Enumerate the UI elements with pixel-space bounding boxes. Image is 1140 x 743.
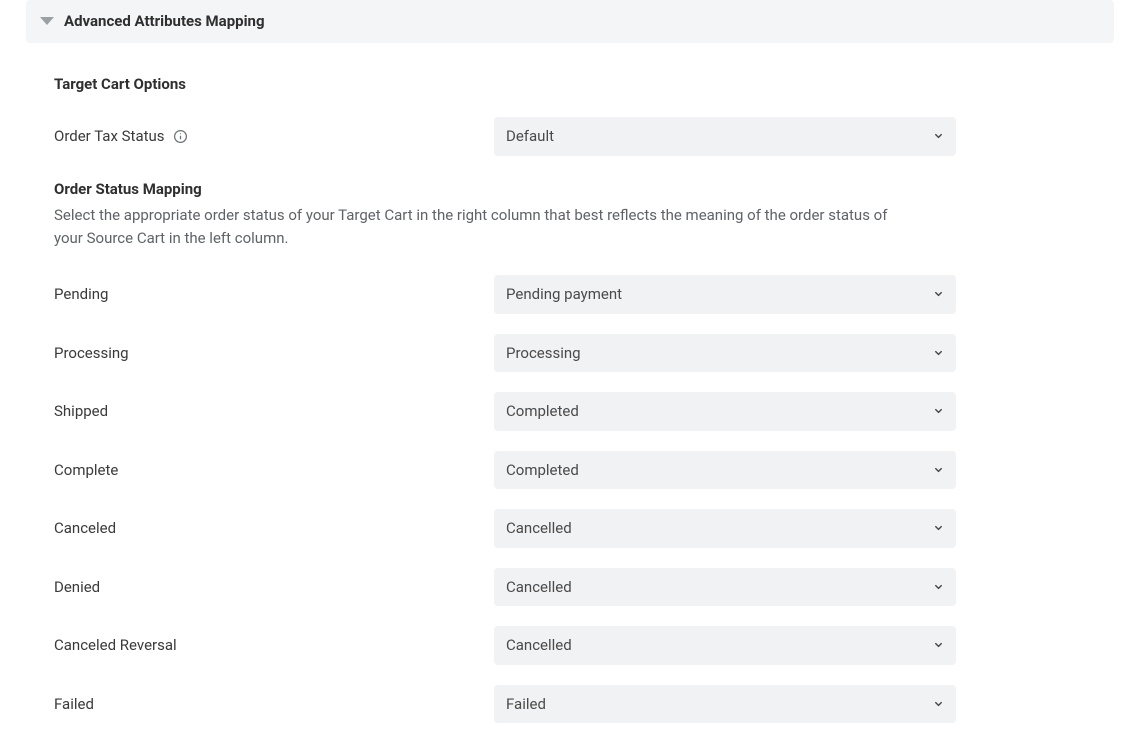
order-tax-status-value: Default (494, 117, 956, 156)
target-status-select[interactable]: Completed (494, 451, 956, 490)
target-status-value: Cancelled (494, 509, 956, 548)
order-status-mapping-heading: Order Status Mapping (54, 178, 1086, 201)
target-status-select[interactable]: Cancelled (494, 509, 956, 548)
chevron-down-icon (40, 17, 54, 25)
source-status-label: Canceled Reversal (54, 636, 177, 654)
target-status-value: Failed (494, 685, 956, 724)
target-status-value: Cancelled (494, 626, 956, 665)
target-status-value: Completed (494, 392, 956, 431)
status-mapping-row: Denied Cancelled (54, 568, 1086, 607)
source-status-label: Failed (54, 695, 94, 713)
order-status-mapping-description: Select the appropriate order status of y… (54, 204, 914, 249)
source-status-label: Complete (54, 461, 118, 479)
status-mapping-row: Complete Completed (54, 451, 1086, 490)
info-icon[interactable] (173, 129, 188, 144)
target-status-select[interactable]: Pending payment (494, 275, 956, 314)
order-tax-status-select[interactable]: Default (494, 117, 956, 156)
source-status-label: Processing (54, 344, 129, 362)
target-status-select[interactable]: Processing (494, 334, 956, 373)
target-status-value: Pending payment (494, 275, 956, 314)
panel-title: Advanced Attributes Mapping (64, 10, 265, 33)
target-status-value: Processing (494, 334, 956, 373)
source-status-label: Pending (54, 285, 108, 303)
target-status-value: Completed (494, 451, 956, 490)
target-status-select[interactable]: Completed (494, 392, 956, 431)
source-status-label: Denied (54, 578, 100, 596)
status-mapping-row: Canceled Cancelled (54, 509, 1086, 548)
target-cart-options-heading: Target Cart Options (54, 73, 1086, 96)
source-status-label: Canceled (54, 519, 116, 537)
target-status-value: Cancelled (494, 568, 956, 607)
target-status-select[interactable]: Cancelled (494, 568, 956, 607)
panel-header[interactable]: Advanced Attributes Mapping (26, 0, 1114, 43)
order-tax-status-row: Order Tax Status Default (54, 117, 1086, 156)
target-status-select[interactable]: Cancelled (494, 626, 956, 665)
status-mapping-row: Canceled Reversal Cancelled (54, 626, 1086, 665)
target-status-select[interactable]: Failed (494, 685, 956, 724)
status-mapping-row: Pending Pending payment (54, 275, 1086, 314)
status-mapping-row: Failed Failed (54, 685, 1086, 724)
order-tax-status-label: Order Tax Status (54, 125, 165, 148)
source-status-label: Shipped (54, 402, 108, 420)
status-mapping-row: Processing Processing (54, 334, 1086, 373)
status-mapping-row: Shipped Completed (54, 392, 1086, 431)
